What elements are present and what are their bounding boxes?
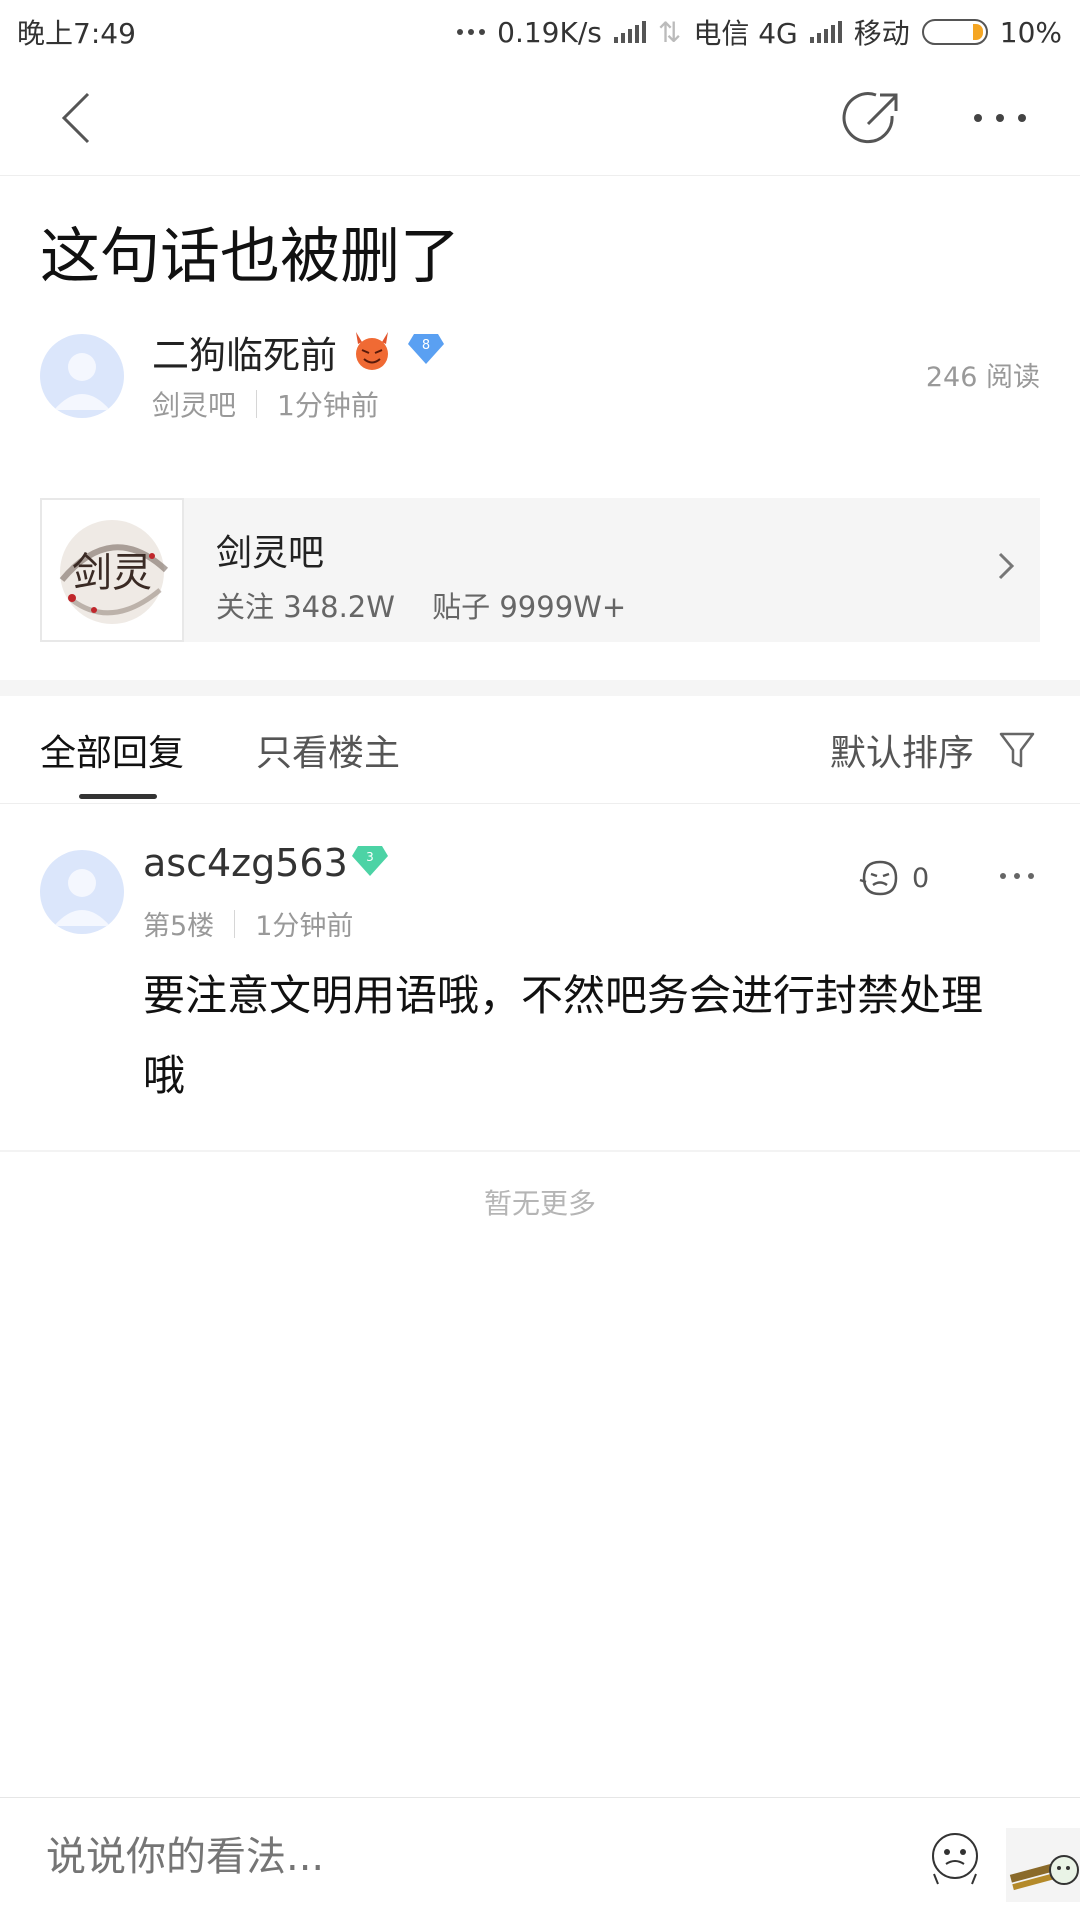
active-tab-indicator [79, 794, 157, 799]
comment-input[interactable] [46, 1834, 646, 1880]
chevron-right-icon [998, 552, 1015, 580]
comment-bar [0, 1797, 1080, 1920]
dot [1014, 873, 1020, 879]
forum-logo: 剑灵 [40, 498, 184, 642]
battery-icon [921, 19, 988, 45]
author-level-text: 8 [422, 338, 430, 353]
forum-stats: 关注 348.2W 贴子 9999W+ [216, 584, 626, 626]
meme-face-icon [932, 1833, 978, 1885]
read-count: 246 阅读 [925, 362, 1040, 393]
more-horizontal-icon [974, 114, 1026, 122]
post-time: 1分钟前 [277, 389, 379, 422]
forum-card[interactable]: 剑灵 剑灵吧 关注 348.2W 贴子 9999W+ [40, 498, 1040, 642]
devil-emoji-icon [356, 332, 388, 370]
reply-time: 1分钟前 [255, 911, 354, 942]
avatar-placeholder-icon [54, 869, 110, 926]
no-more-text: 暂无更多 [483, 1187, 596, 1220]
filter-icon [999, 732, 1035, 768]
carrier-2: 移动 [853, 17, 910, 50]
sort-label: 默认排序 [829, 733, 974, 774]
like-face-icon [859, 860, 898, 896]
status-bar: 晚上7:49 0.19K/s ⇅ 电信 4G 移动 10% [0, 0, 1080, 58]
share-icon [842, 92, 898, 144]
section-divider [0, 680, 1080, 696]
like-button[interactable]: 0 [858, 858, 929, 898]
sticker-button[interactable] [1006, 1828, 1080, 1902]
share-button[interactable] [842, 86, 906, 150]
sticker-thumbnail-icon [1009, 1855, 1079, 1891]
tab-all-replies[interactable]: 全部回复 [40, 724, 184, 776]
more-button[interactable] [970, 108, 1030, 128]
author-name[interactable]: 二狗临死前 [152, 325, 337, 379]
post-title: 这句话也被删了 [40, 222, 460, 292]
back-button[interactable] [50, 88, 110, 148]
forum-post-count: 贴子 9999W+ [432, 590, 627, 624]
dot [1000, 873, 1006, 879]
author-level-badge-icon: 8 [408, 334, 444, 364]
signal-icon [613, 21, 646, 43]
sort-button[interactable]: 默认排序 [830, 724, 1036, 776]
reply-tabs: 全部回复 只看楼主 默认排序 [0, 696, 1080, 804]
reply-floor: 第5楼 [143, 911, 215, 942]
tab-op-only[interactable]: 只看楼主 [256, 724, 400, 776]
status-time: 晚上7:49 [17, 17, 136, 50]
forum-logo-text: 剑灵 [72, 550, 152, 596]
reply-avatar[interactable] [40, 850, 124, 934]
notification-dots-icon [457, 29, 486, 35]
net-speed: 0.19K/s [497, 15, 602, 49]
reply-meta: 第5楼 1分钟前 [143, 904, 353, 943]
avatar-placeholder-icon [54, 353, 110, 410]
author-avatar[interactable] [40, 334, 124, 418]
forum-logo-art: 剑灵 [59, 520, 169, 624]
reply-username[interactable]: asc4zg563 [143, 841, 348, 885]
status-right: 0.19K/s ⇅ 电信 4G 移动 10% [457, 12, 1062, 52]
forum-follow-count: 关注 348.2W [216, 590, 395, 624]
like-count: 0 [912, 862, 930, 894]
battery-level: 10% [999, 15, 1062, 49]
emoji-button[interactable] [928, 1830, 982, 1892]
reply-level-text: 3 [366, 850, 374, 864]
reply-level-badge-icon: 3 [352, 846, 388, 876]
post-forum[interactable]: 剑灵吧 [152, 384, 236, 424]
dot [1028, 873, 1034, 879]
reply-more-button[interactable] [1000, 873, 1034, 879]
separator [234, 909, 236, 938]
nav-bar [0, 58, 1080, 176]
list-end-divider [0, 1150, 1080, 1152]
carrier-1: 电信 4G [693, 17, 798, 50]
separator [256, 390, 258, 418]
signal-icon-2 [809, 21, 842, 43]
author-meta: 剑灵吧 1分钟前 [152, 384, 379, 424]
chevron-left-icon [61, 92, 90, 144]
forum-name: 剑灵吧 [216, 533, 325, 574]
reply-content: 要注意文明用语哦，不然吧务会进行封禁处理哦 [143, 971, 984, 1100]
data-transfer-icon: ⇅ [657, 15, 682, 49]
